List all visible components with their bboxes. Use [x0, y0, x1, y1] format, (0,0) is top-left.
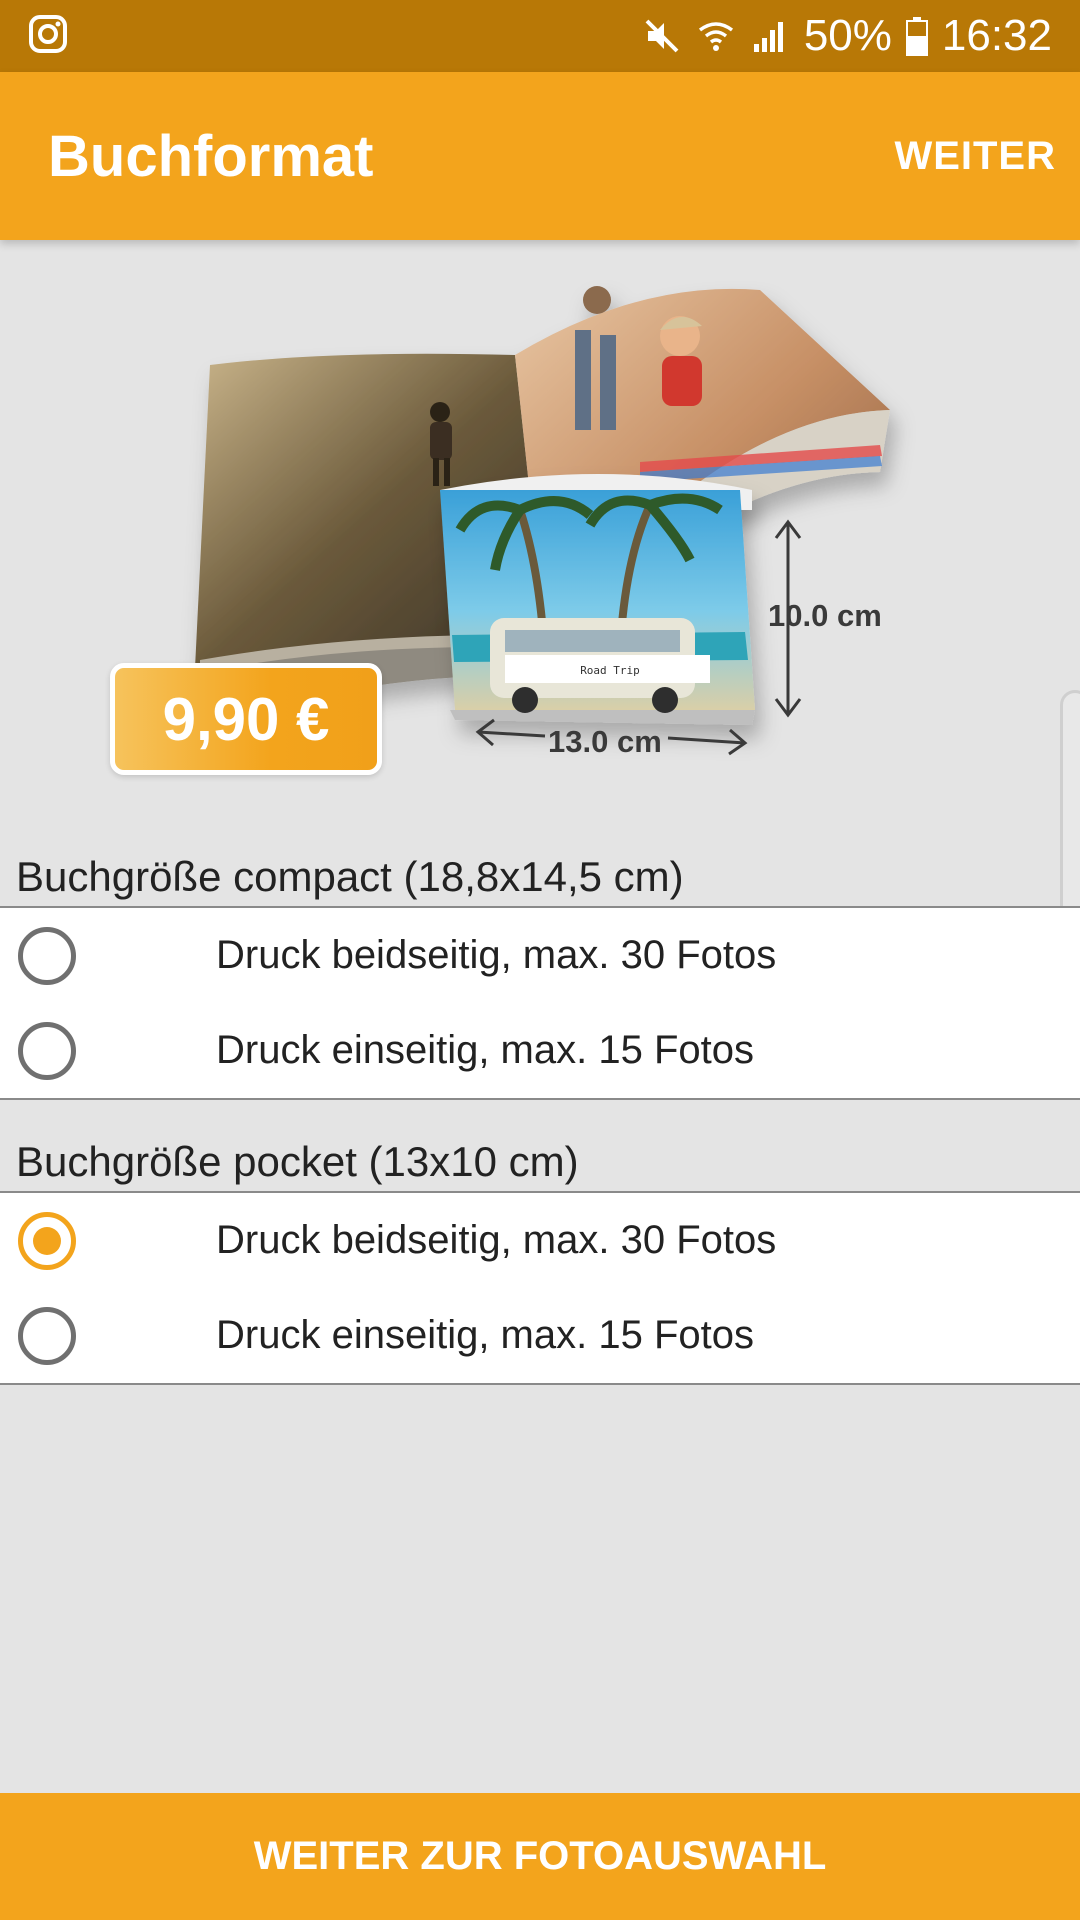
- option-pocket-single-sided[interactable]: Druck einseitig, max. 15 Fotos: [0, 1288, 1080, 1383]
- continue-to-photo-selection-button[interactable]: WEITER ZUR FOTOAUSWAHL: [0, 1793, 1080, 1920]
- status-bar: 50% 16:32: [0, 0, 1080, 72]
- option-label: Druck einseitig, max. 15 Fotos: [216, 1313, 754, 1357]
- option-label: Druck beidseitig, max. 30 Fotos: [216, 933, 777, 977]
- app-bar: Buchformat WEITER: [0, 72, 1080, 240]
- width-dimension: 13.0 cm: [548, 724, 662, 759]
- wifi-icon: [696, 16, 736, 56]
- section-title-pocket: Buchgröße pocket (13x10 cm): [16, 1138, 579, 1185]
- radio-button[interactable]: [18, 1306, 76, 1365]
- radio-button[interactable]: [18, 926, 76, 985]
- option-label: Druck einseitig, max. 15 Fotos: [216, 1028, 754, 1072]
- battery-percent: 50%: [803, 11, 892, 60]
- option-label: Druck beidseitig, max. 30 Fotos: [216, 1218, 777, 1262]
- next-button[interactable]: WEITER: [894, 134, 1056, 179]
- option-compact-double-sided[interactable]: Druck beidseitig, max. 30 Fotos: [0, 908, 1080, 1003]
- page-title: Buchformat: [48, 123, 374, 189]
- book-preview: Road Trip 10.0 cm 13.0 cm 9,90 €: [0, 240, 1080, 1050]
- options-pocket: Druck beidseitig, max. 30 Fotos Druck ei…: [0, 1191, 1080, 1385]
- instagram-icon: [28, 14, 68, 59]
- option-pocket-double-sided[interactable]: Druck beidseitig, max. 30 Fotos: [0, 1193, 1080, 1288]
- battery-icon: [905, 16, 928, 56]
- mute-icon: [642, 16, 682, 56]
- clock: 16:32: [941, 11, 1052, 60]
- radio-button-selected[interactable]: [18, 1211, 76, 1270]
- signal-icon: [750, 16, 790, 56]
- price-badge: 9,90 €: [110, 663, 382, 775]
- radio-button[interactable]: [18, 1021, 76, 1080]
- options-compact: Druck beidseitig, max. 30 Fotos Druck ei…: [0, 906, 1080, 1100]
- height-dimension: 10.0 cm: [768, 598, 882, 633]
- option-compact-single-sided[interactable]: Druck einseitig, max. 15 Fotos: [0, 1003, 1080, 1098]
- section-title-compact: Buchgröße compact (18,8x14,5 cm): [16, 853, 684, 900]
- cover-title: Road Trip: [580, 664, 640, 677]
